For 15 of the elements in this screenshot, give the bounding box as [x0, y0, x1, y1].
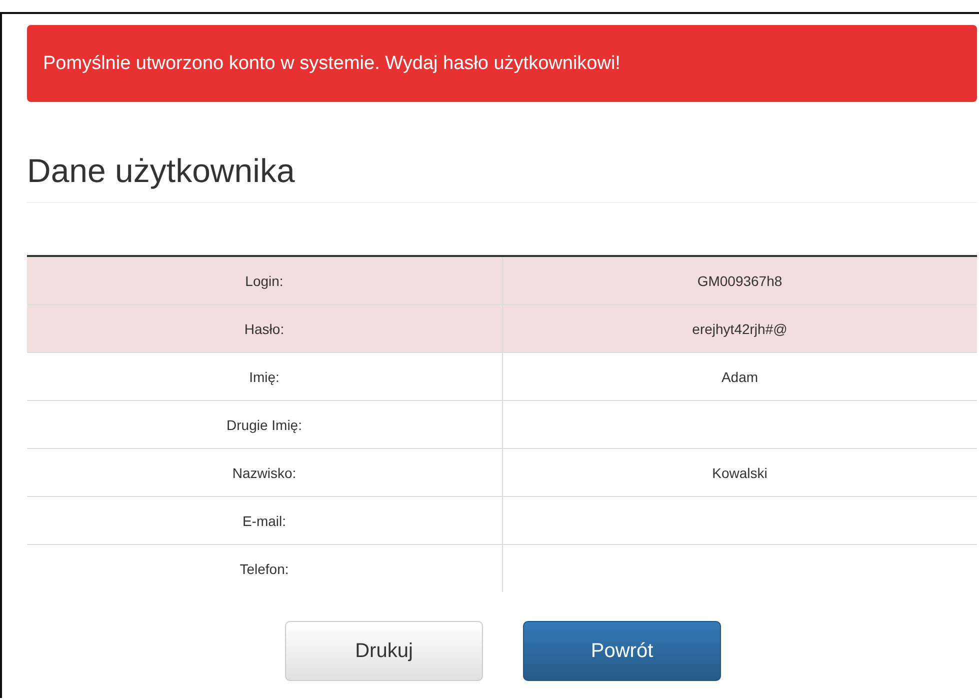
table-cell: Kowalski: [502, 448, 977, 496]
alert-text: Pomyślnie utworzono konto w systemie. Wydaj hasło użytkownikowi!: [43, 52, 620, 74]
back-button[interactable]: Powrót: [523, 621, 721, 681]
table-cell: Imię:: [27, 352, 502, 400]
print-button[interactable]: Drukuj: [285, 621, 483, 681]
table-cell: Login:: [27, 257, 502, 304]
table-cell: GM009367h8: [502, 257, 977, 304]
table-cell: E-mail:: [27, 496, 502, 544]
table-cell: Adam: [502, 352, 977, 400]
table-cell: Telefon:: [27, 544, 502, 592]
table-cell: erejhyt42rjh#@: [502, 304, 977, 352]
table-cell: Drugie Imię:: [27, 400, 502, 448]
table-cell: Nazwisko:: [27, 448, 502, 496]
page-heading: Dane użytkownika: [27, 152, 977, 203]
table-cell: Hasło:: [27, 304, 502, 352]
